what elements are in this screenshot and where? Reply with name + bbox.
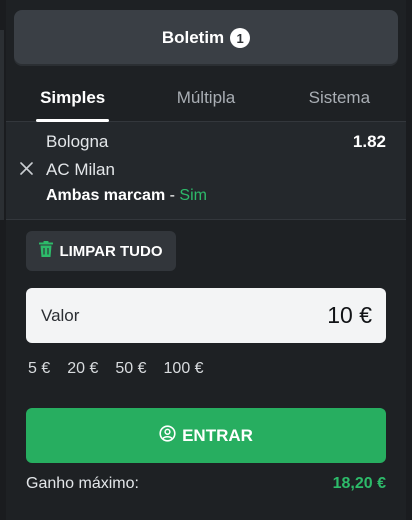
quick-stake-options: 5 € 20 € 50 € 100 € — [28, 360, 221, 382]
stake-label: Valor — [41, 305, 80, 325]
clear-all-button[interactable]: LIMPAR TUDO — [26, 231, 176, 271]
away-team: AC Milan — [46, 160, 115, 179]
quick-stake-100[interactable]: 100 € — [164, 360, 204, 382]
bet-odds: 1.82 — [352, 132, 386, 151]
tab-sistema[interactable]: Sistema — [273, 74, 406, 121]
bet-market-separator: - — [169, 187, 175, 204]
close-icon[interactable] — [18, 160, 34, 176]
enter-button[interactable]: ENTRAR — [26, 408, 386, 463]
stake-input[interactable]: 10 € — [232, 302, 372, 329]
max-gain-value: 18,20 € — [332, 475, 386, 492]
quick-stake-5[interactable]: 5 € — [28, 360, 50, 382]
bet-selection-card: Bologna 1.82 AC Milan Ambas marcam - Sim — [6, 122, 406, 220]
bet-market-line: Ambas marcam - Sim — [46, 187, 207, 205]
betslip-header[interactable]: Boletim 1 — [14, 10, 398, 66]
quick-stake-20[interactable]: 20 € — [67, 360, 98, 382]
bet-market: Ambas marcam — [46, 187, 166, 204]
bet-selection: Sim — [179, 187, 207, 204]
user-circle-icon — [159, 424, 176, 447]
home-team: Bologna — [46, 132, 109, 151]
max-gain-label: Ganho máximo: — [26, 475, 139, 492]
left-edge-strip — [0, 30, 4, 220]
trash-icon — [39, 240, 54, 262]
betslip-panel: Boletim 1 Simples Múltipla Sistema Bolog… — [6, 0, 406, 520]
tab-simples[interactable]: Simples — [6, 74, 139, 122]
betslip-count-badge: 1 — [230, 28, 251, 48]
betslip-title: Boletim — [161, 28, 225, 47]
quick-stake-50[interactable]: 50 € — [115, 360, 146, 382]
bet-type-tabs: Simples Múltipla Sistema — [6, 74, 406, 122]
enter-label: ENTRAR — [182, 425, 253, 445]
stake-field[interactable]: Valor 10 € — [26, 288, 386, 343]
tab-multipla[interactable]: Múltipla — [139, 74, 272, 121]
clear-all-label: LIMPAR TUDO — [59, 242, 163, 260]
